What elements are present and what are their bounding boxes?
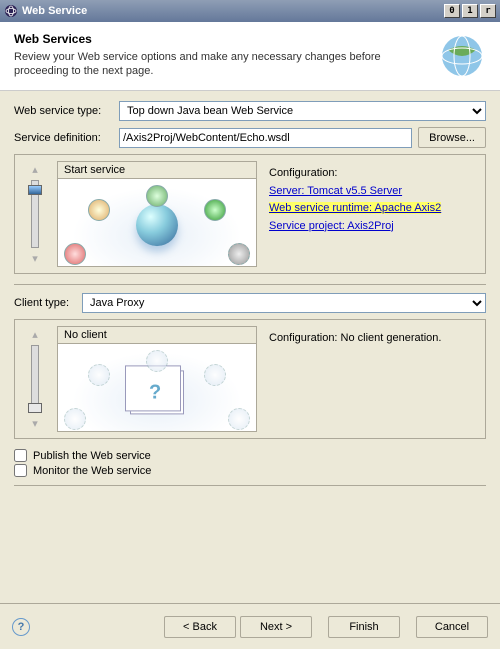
stage-icon [88,364,110,386]
maximize-button[interactable]: 1 [462,4,478,18]
client-type-label: Client type: [14,297,82,309]
eclipse-icon [4,4,18,18]
minimize-button[interactable]: 0 [444,4,460,18]
ws-type-select[interactable]: Top down Java bean Web Service [119,101,486,121]
runtime-link[interactable]: Web service runtime: Apache Axis2 [269,202,441,214]
project-link[interactable]: Service project: Axis2Proj [269,220,394,232]
stage-icon [228,243,250,265]
client-config: Configuration: No client generation. [265,326,479,432]
page-description: Review your Web service options and make… [14,50,428,79]
client-graphic-title: No client [58,327,256,344]
stage-icon [146,185,168,207]
service-def-input[interactable] [119,128,412,148]
client-level-slider[interactable]: ▴ ▾ [21,326,49,432]
publish-checkbox[interactable] [14,449,27,462]
service-level-slider[interactable]: ▴ ▾ [21,161,49,267]
client-panel: ▴ ▾ No client Configuration: No client g… [14,319,486,439]
browse-button[interactable]: Browse... [418,127,486,148]
service-panel: ▴ ▾ Start service Configuration: Server:… [14,154,486,274]
stage-icon [64,408,86,430]
stage-icon [228,408,250,430]
stage-icon [204,364,226,386]
webservice-globe-icon [438,32,486,80]
help-icon[interactable]: ? [12,618,30,636]
service-graphic-title: Start service [58,162,256,179]
no-client-icon [130,370,184,414]
close-button[interactable]: r [480,4,496,18]
play-icon [204,199,226,221]
service-def-label: Service definition: [14,132,119,144]
service-graphic: Start service [57,161,257,267]
client-type-select[interactable]: Java Proxy [82,293,486,313]
titlebar: Web Service 0 1 r [0,0,500,22]
back-button[interactable]: < Back [164,616,236,638]
monitor-label: Monitor the Web service [33,465,151,477]
window-title: Web Service [22,5,87,17]
cancel-button[interactable]: Cancel [416,616,488,638]
config-label: Configuration: [269,165,475,183]
stage-icon [64,243,86,265]
client-graphic: No client [57,326,257,432]
separator [14,485,486,486]
stage-icon [88,199,110,221]
ws-type-label: Web service type: [14,105,119,117]
service-config: Configuration: Server: Tomcat v5.5 Serve… [265,161,479,267]
page-title: Web Services [14,32,428,46]
monitor-checkbox[interactable] [14,464,27,477]
publish-label: Publish the Web service [33,450,151,462]
stage-icon [146,350,168,372]
server-link[interactable]: Server: Tomcat v5.5 Server [269,185,402,197]
separator [14,284,486,285]
globe-icon [136,204,178,246]
wizard-footer: ? < Back Next > Finish Cancel [0,603,500,649]
wizard-banner: Web Services Review your Web service opt… [0,22,500,91]
next-button[interactable]: Next > [240,616,312,638]
finish-button[interactable]: Finish [328,616,400,638]
client-config-text: Configuration: No client generation. [269,330,475,348]
